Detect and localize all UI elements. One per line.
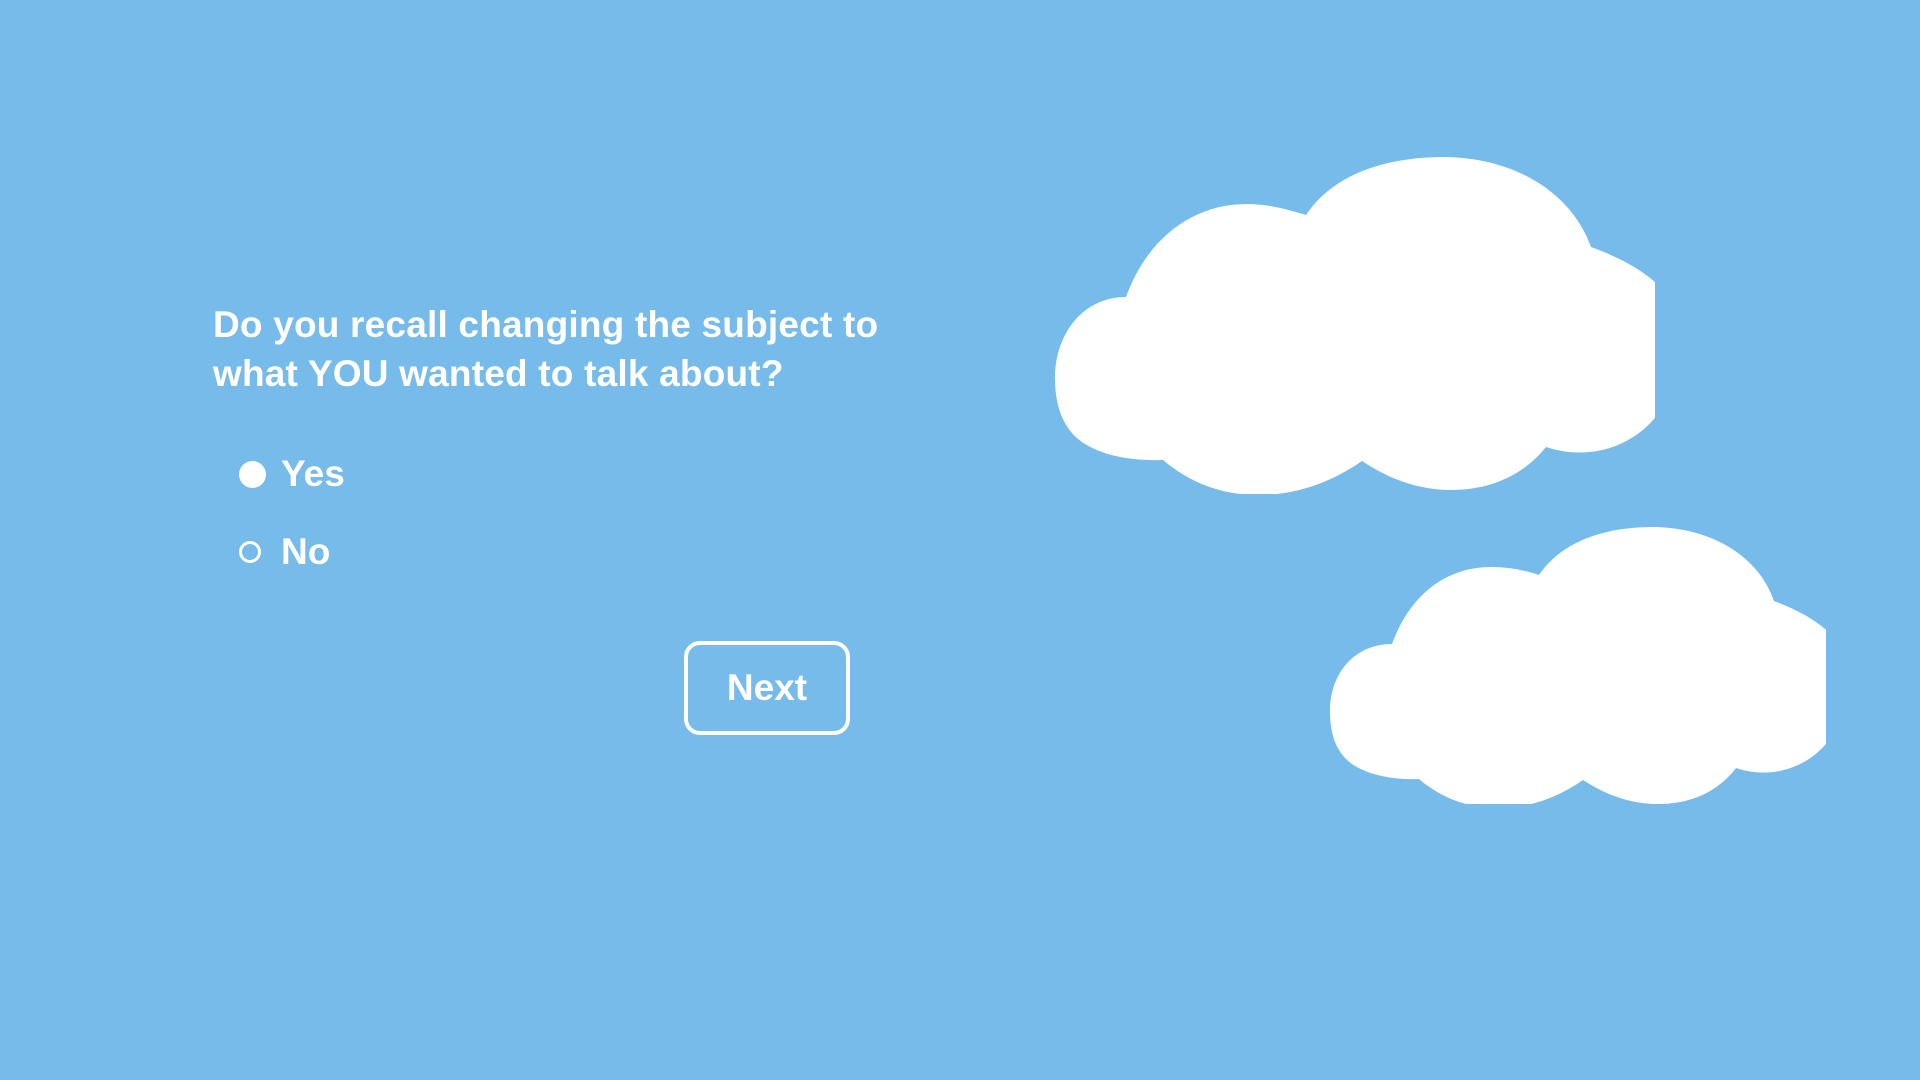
option-no[interactable]: No bbox=[239, 526, 345, 578]
option-yes[interactable]: Yes bbox=[239, 448, 345, 500]
cloud-large-decoration bbox=[1055, 157, 1655, 494]
next-button[interactable]: Next bbox=[684, 641, 850, 735]
cloud-small-decoration bbox=[1330, 527, 1826, 804]
option-no-label: No bbox=[281, 531, 331, 572]
question-text: Do you recall changing the subject to wh… bbox=[213, 304, 879, 394]
radio-yes-selected[interactable] bbox=[239, 460, 266, 488]
option-yes-label: Yes bbox=[281, 453, 345, 494]
answer-options: Yes No bbox=[239, 448, 345, 604]
radio-no-unselected[interactable] bbox=[239, 541, 261, 563]
survey-panel: Do you recall changing the subject to wh… bbox=[213, 300, 973, 572]
